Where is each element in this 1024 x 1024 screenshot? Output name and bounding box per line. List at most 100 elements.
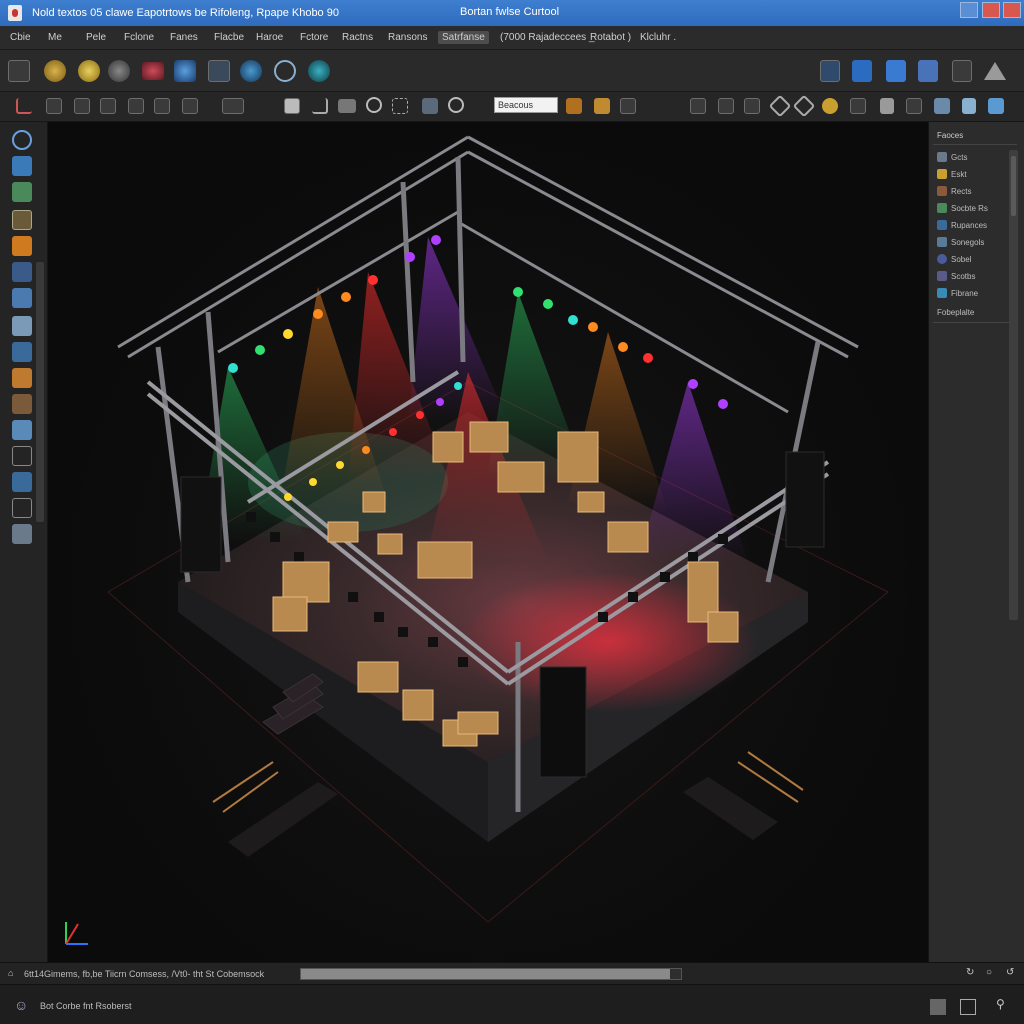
axis-icon[interactable]: [16, 98, 32, 114]
render-icon[interactable]: [240, 60, 262, 82]
tools-icon[interactable]: [174, 60, 196, 82]
door-icon[interactable]: [880, 98, 894, 114]
marquee-icon[interactable]: [392, 98, 408, 114]
menu-item[interactable]: Rotabot ): [590, 32, 631, 43]
zoom-icon[interactable]: [366, 97, 382, 113]
box-icon[interactable]: [284, 98, 300, 114]
diamond-alt-icon[interactable]: [792, 94, 816, 118]
texture-icon[interactable]: [208, 60, 230, 82]
panel-item[interactable]: Scotbs: [937, 269, 975, 283]
pen-icon[interactable]: [12, 156, 32, 176]
frame-icon[interactable]: [952, 60, 972, 82]
gear-icon[interactable]: [108, 60, 130, 82]
cycle-icon[interactable]: ↺: [1006, 967, 1014, 978]
menu-item[interactable]: Fanes: [170, 32, 198, 43]
pencil-icon[interactable]: [12, 420, 32, 440]
compass-icon[interactable]: [12, 130, 32, 150]
menu-item[interactable]: Ractns: [342, 32, 373, 43]
knife-icon[interactable]: [12, 316, 32, 336]
panel-icon[interactable]: [906, 98, 922, 114]
panel-item[interactable]: Gcts: [937, 150, 967, 164]
refresh-icon[interactable]: ↻: [966, 967, 974, 978]
menu-item[interactable]: Cbie: [10, 32, 31, 43]
panel-item[interactable]: Rupances: [937, 218, 987, 232]
brush-icon[interactable]: [12, 182, 32, 202]
matrix-icon[interactable]: [744, 98, 760, 114]
maximize-button[interactable]: [982, 2, 1000, 18]
menu-item[interactable]: Fclone: [124, 32, 154, 43]
table-alt-icon[interactable]: [718, 98, 734, 114]
3d-viewport[interactable]: [48, 122, 928, 962]
rope-icon[interactable]: [12, 288, 32, 308]
fill-icon[interactable]: [12, 368, 32, 388]
rotate-icon[interactable]: [74, 98, 90, 114]
diamond-icon[interactable]: [768, 94, 792, 118]
wrench-icon[interactable]: [988, 98, 1004, 114]
circle-icon[interactable]: ○: [986, 967, 992, 978]
search-icon[interactable]: [274, 60, 296, 82]
triangle-icon[interactable]: [984, 62, 1006, 80]
close-button[interactable]: [1003, 2, 1021, 18]
measure-icon[interactable]: [12, 472, 32, 492]
search-input[interactable]: [494, 97, 558, 113]
grid-select-icon[interactable]: [8, 60, 30, 82]
magnify-icon[interactable]: [448, 97, 464, 113]
menu-item[interactable]: (7000 Rajadeccees _: [500, 32, 595, 43]
panel-footer[interactable]: Fobeplalte: [937, 308, 974, 317]
snapshot-icon[interactable]: [930, 999, 946, 1015]
blocks-icon[interactable]: [934, 98, 950, 114]
panel-item[interactable]: Eskt: [937, 167, 967, 181]
book-icon[interactable]: [422, 98, 438, 114]
light-icon[interactable]: [78, 60, 100, 82]
window-icon[interactable]: [960, 999, 976, 1015]
person-icon[interactable]: ⚲: [996, 997, 1005, 1011]
menu-item[interactable]: Flacbe: [214, 32, 244, 43]
panel-item[interactable]: Sobel: [937, 252, 971, 266]
grid-amber-icon[interactable]: [594, 98, 610, 114]
grid-icon[interactable]: [620, 98, 636, 114]
menu-item[interactable]: Fctore: [300, 32, 328, 43]
snap-icon[interactable]: [128, 98, 144, 114]
menu-item[interactable]: Pele: [86, 32, 106, 43]
flask-icon[interactable]: [962, 98, 976, 114]
minimize-button[interactable]: [960, 2, 978, 18]
cursor-icon[interactable]: [312, 98, 328, 114]
globe-icon[interactable]: [308, 60, 330, 82]
material-icon[interactable]: [142, 62, 164, 80]
sphere-icon[interactable]: [44, 60, 66, 82]
camera-view-icon[interactable]: [820, 60, 840, 82]
eyedropper-icon[interactable]: [12, 342, 32, 362]
import-icon[interactable]: [886, 60, 906, 82]
box-tool-icon[interactable]: [12, 394, 32, 414]
menu-item[interactable]: Klcluhr .: [640, 32, 676, 43]
transform-icon[interactable]: [12, 262, 32, 282]
grid-orange-icon[interactable]: [566, 98, 582, 114]
stamp-icon[interactable]: [12, 524, 32, 544]
move-icon[interactable]: [46, 98, 62, 114]
path-icon[interactable]: [12, 210, 32, 230]
image-icon[interactable]: [850, 98, 866, 114]
menu-item-active[interactable]: Satrfanse: [438, 31, 489, 44]
panel-scrollbar[interactable]: [1009, 150, 1018, 620]
table-icon[interactable]: [690, 98, 706, 114]
panel-item[interactable]: Rects: [937, 184, 971, 198]
line-icon[interactable]: [12, 446, 32, 466]
shape-icon[interactable]: [12, 498, 32, 518]
export-icon[interactable]: [852, 60, 872, 82]
layer-icon[interactable]: [222, 98, 244, 114]
menu-item[interactable]: Me: [48, 32, 62, 43]
mirror-icon[interactable]: [182, 98, 198, 114]
menu-item[interactable]: Ransons: [388, 32, 427, 43]
left-scrollbar[interactable]: [36, 262, 44, 522]
cube-icon[interactable]: [918, 60, 938, 82]
panel-item[interactable]: Fibrane: [937, 286, 978, 300]
panel-item[interactable]: Sonegols: [937, 235, 984, 249]
menu-item[interactable]: Haroe: [256, 32, 283, 43]
speaker-front: [539, 666, 587, 778]
car-icon[interactable]: [338, 99, 356, 113]
paint-icon[interactable]: [12, 236, 32, 256]
scale-icon[interactable]: [100, 98, 116, 114]
align-icon[interactable]: [154, 98, 170, 114]
bulb-icon[interactable]: [822, 98, 838, 114]
panel-item[interactable]: Socbte Rs: [937, 201, 988, 215]
